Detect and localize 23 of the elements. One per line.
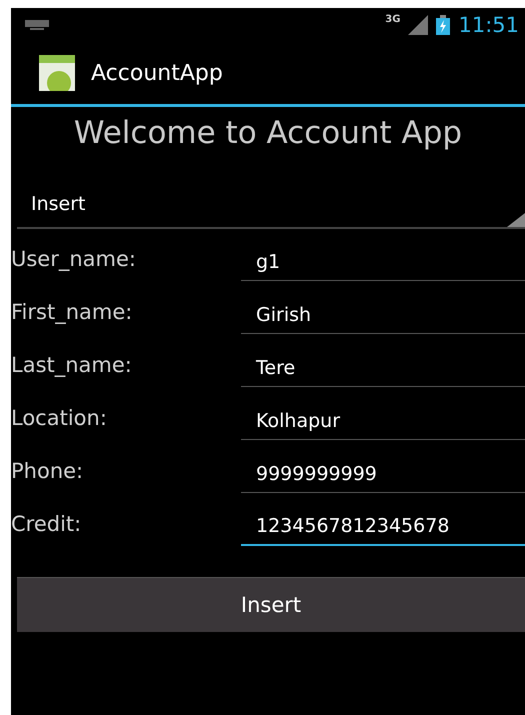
- field-label: Location:: [11, 405, 108, 430]
- dropdown-corner-icon: [507, 213, 525, 227]
- battery-icon: [436, 15, 450, 35]
- field-label: First_name:: [11, 299, 134, 324]
- action-dropdown[interactable]: Insert: [17, 181, 525, 229]
- field-label: Phone:: [11, 458, 84, 483]
- app-title: AccountApp: [91, 60, 223, 86]
- field-label: Credit:: [11, 511, 82, 536]
- input-field[interactable]: g1: [241, 237, 525, 281]
- network-type: 3G: [385, 14, 400, 25]
- field-label: User_name:: [11, 246, 137, 271]
- signal-icon: [408, 15, 428, 35]
- input-field[interactable]: Tere: [241, 343, 525, 387]
- input-field[interactable]: 1234567812345678: [241, 502, 525, 546]
- insert-button[interactable]: Insert: [17, 577, 525, 632]
- input-field[interactable]: Girish: [241, 290, 525, 334]
- keyboard-icon: [25, 20, 49, 30]
- welcome-heading: Welcome to Account App: [72, 114, 464, 151]
- input-field[interactable]: 9999999999: [241, 449, 525, 493]
- field-label: Last_name:: [11, 352, 133, 377]
- input-field[interactable]: Kolhapur: [241, 396, 525, 440]
- clock-time: 11:51: [458, 13, 519, 37]
- android-app-icon: [39, 55, 75, 91]
